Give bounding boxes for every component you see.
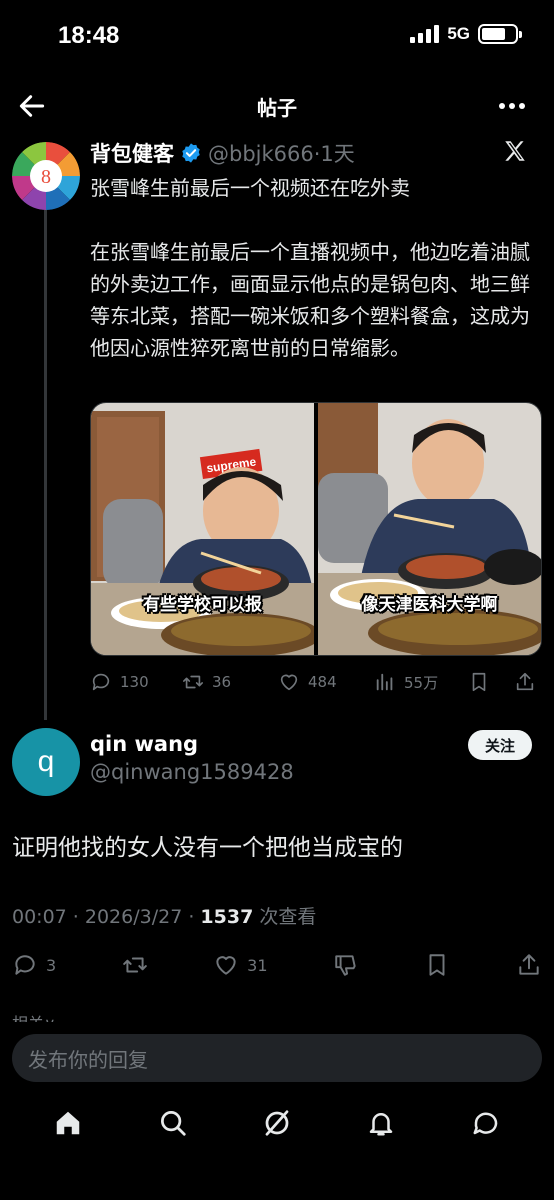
reply-button[interactable]: 130 bbox=[90, 671, 182, 693]
author-name[interactable]: 背包健客 bbox=[90, 138, 174, 168]
status-time: 18:48 bbox=[58, 22, 120, 49]
follow-button[interactable]: 关注 bbox=[468, 730, 532, 760]
nav-search-button[interactable] bbox=[158, 1108, 188, 1142]
post-header: 背包健客 @bbjk666·1天 bbox=[90, 138, 355, 168]
post-timestamp: 00:07 · 2026/3/27 · bbox=[12, 906, 201, 928]
signal-icon bbox=[410, 25, 440, 43]
repost-button[interactable]: 36 bbox=[182, 671, 278, 693]
author-handle[interactable]: @qinwang1589428 bbox=[90, 760, 294, 784]
post-text: 证明他找的女人没有一个把他当成宝的 bbox=[12, 835, 403, 861]
post-action-bar: 130 36 484 55万 bbox=[90, 668, 546, 696]
reply-button[interactable]: 3 bbox=[12, 952, 56, 978]
view-count: 1537 bbox=[200, 906, 254, 928]
more-horizontal-icon bbox=[499, 103, 525, 109]
verified-badge-icon bbox=[182, 143, 200, 163]
message-icon bbox=[473, 1112, 497, 1135]
reply-icon bbox=[92, 673, 110, 691]
reply-icon bbox=[15, 955, 35, 975]
views-chart-icon bbox=[376, 673, 393, 691]
status-bar: 18:48 5G bbox=[0, 0, 554, 76]
grok-icon bbox=[265, 1110, 289, 1136]
media-gallery[interactable]: supreme 有些学校可以报 像天津医科大学啊 bbox=[90, 402, 542, 656]
like-button[interactable]: 484 bbox=[278, 671, 374, 693]
avatar[interactable]: q bbox=[12, 728, 80, 796]
video-frame-image: supreme bbox=[91, 403, 314, 655]
post-text: 张雪峰生前最后一个视频还在吃外卖 在张雪峰生前最后一个直播视频中，他边吃着油腻的… bbox=[90, 176, 530, 360]
media-image[interactable]: 像天津医科大学啊 bbox=[318, 403, 541, 655]
video-caption: 像天津医科大学啊 bbox=[361, 595, 498, 615]
thumbs-down-icon bbox=[335, 955, 356, 976]
avatar[interactable]: 8 bbox=[12, 142, 80, 210]
video-frame-image bbox=[318, 403, 541, 655]
svg-text:8: 8 bbox=[41, 166, 51, 188]
dislike-button[interactable] bbox=[333, 952, 359, 978]
bookmark-button[interactable] bbox=[468, 671, 514, 693]
share-button[interactable] bbox=[514, 671, 536, 693]
views-button[interactable]: 55万 bbox=[374, 671, 468, 693]
more-options-button[interactable] bbox=[496, 92, 528, 120]
media-image[interactable]: supreme 有些学校可以报 bbox=[91, 403, 314, 655]
x-logo-icon bbox=[505, 141, 525, 161]
like-button[interactable]: 31 bbox=[213, 952, 268, 978]
author-name[interactable]: qin wang bbox=[90, 732, 198, 756]
share-icon bbox=[519, 954, 539, 975]
related-section-label[interactable]: 相关∨ bbox=[12, 1010, 56, 1022]
author-handle: @bbjk666·1天 bbox=[208, 142, 355, 166]
nav-home-button[interactable] bbox=[53, 1108, 83, 1142]
bookmark-icon bbox=[430, 954, 445, 976]
thread-line bbox=[44, 190, 47, 720]
search-icon bbox=[160, 1111, 186, 1136]
view-label: 次查看 bbox=[253, 906, 317, 928]
bookmark-icon bbox=[472, 672, 486, 692]
repost-button[interactable] bbox=[122, 952, 148, 978]
video-caption: 有些学校可以报 bbox=[143, 595, 262, 615]
bottom-nav bbox=[0, 1098, 554, 1152]
top-nav: 帖子 bbox=[0, 84, 554, 126]
reply-compose-input[interactable]: 发布你的回复 bbox=[12, 1034, 542, 1082]
post-action-bar: 3 31 bbox=[12, 950, 542, 980]
nav-notifications-button[interactable] bbox=[366, 1108, 396, 1142]
repost-icon bbox=[122, 957, 147, 973]
repost-icon bbox=[183, 675, 203, 689]
nav-grok-button[interactable] bbox=[262, 1108, 292, 1142]
post-meta: 00:07 · 2026/3/27 · 1537 次查看 bbox=[12, 902, 316, 929]
status-indicators: 5G bbox=[410, 24, 522, 44]
share-icon bbox=[516, 672, 534, 691]
page-title: 帖子 bbox=[257, 96, 297, 120]
share-button[interactable] bbox=[516, 952, 542, 978]
heart-icon bbox=[216, 956, 236, 975]
network-type: 5G bbox=[447, 24, 470, 43]
nav-messages-button[interactable] bbox=[471, 1108, 501, 1142]
bell-icon bbox=[370, 1113, 393, 1136]
home-icon bbox=[56, 1111, 80, 1135]
battery-icon bbox=[478, 24, 522, 44]
heart-icon bbox=[280, 674, 298, 691]
bookmark-button[interactable] bbox=[424, 952, 450, 978]
